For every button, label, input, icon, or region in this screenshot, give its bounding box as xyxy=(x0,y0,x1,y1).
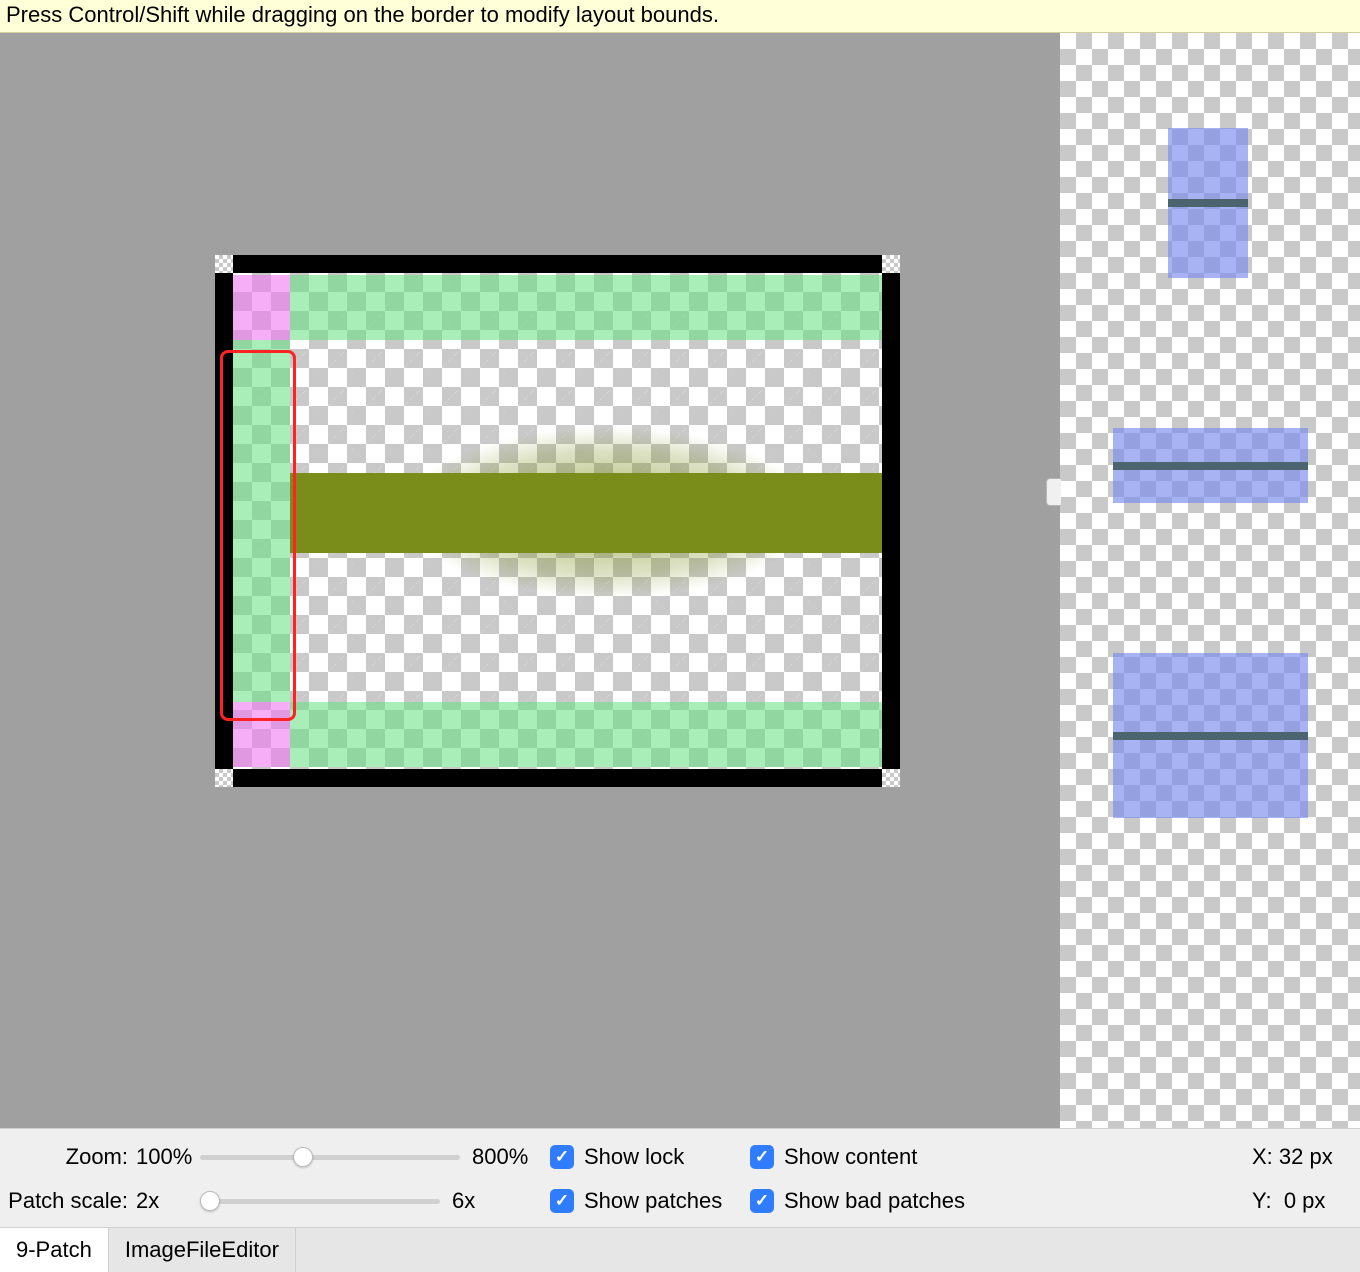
patch-top-left xyxy=(233,275,290,340)
controls-row-2: Patch scale: 2x 6x ✓ Show patches ✓ Show… xyxy=(8,1179,1352,1223)
corner-tl xyxy=(215,255,233,273)
show-lock-label: Show lock xyxy=(584,1144,684,1170)
zoom-min-label: 100% xyxy=(136,1144,198,1170)
patch-top-stretch xyxy=(290,275,882,340)
preview-swatch-both xyxy=(1113,653,1308,818)
bad-patch-outline xyxy=(220,350,296,721)
patch-bottom-stretch xyxy=(290,702,882,767)
controls-bar: Zoom: 100% 800% ✓ Show lock ✓ Show conte… xyxy=(0,1128,1360,1227)
preview-bar xyxy=(1168,199,1248,207)
nine-patch-canvas[interactable] xyxy=(215,255,900,787)
nine-patch-image xyxy=(215,255,900,787)
zoom-slider[interactable] xyxy=(200,1155,460,1160)
check-icon: ✓ xyxy=(750,1189,774,1213)
show-patches-checkbox[interactable]: ✓ Show patches xyxy=(550,1188,750,1214)
content-bar xyxy=(290,473,882,553)
hint-bar: Press Control/Shift while dragging on th… xyxy=(0,0,1360,33)
check-icon: ✓ xyxy=(750,1145,774,1169)
show-lock-checkbox[interactable]: ✓ Show lock xyxy=(550,1144,750,1170)
preview-swatch-vertical xyxy=(1168,128,1248,278)
patch-scale-max-label: 6x xyxy=(442,1188,550,1214)
controls-row-1: Zoom: 100% 800% ✓ Show lock ✓ Show conte… xyxy=(8,1135,1352,1179)
cursor-x: X: 32 px xyxy=(1252,1144,1352,1170)
preview-pane xyxy=(1060,33,1360,1128)
corner-tr xyxy=(882,255,900,273)
border-top[interactable] xyxy=(233,255,882,273)
patch-scale-min-label: 2x xyxy=(136,1188,198,1214)
check-icon: ✓ xyxy=(550,1145,574,1169)
show-patches-label: Show patches xyxy=(584,1188,722,1214)
show-content-checkbox[interactable]: ✓ Show content xyxy=(750,1144,950,1170)
cursor-y: Y: 0 px xyxy=(1252,1188,1352,1214)
border-right[interactable] xyxy=(882,273,900,769)
canvas-pane[interactable] xyxy=(0,33,1060,1128)
zoom-label: Zoom: xyxy=(8,1144,136,1170)
show-bad-patches-checkbox[interactable]: ✓ Show bad patches xyxy=(750,1188,980,1214)
show-bad-patches-label: Show bad patches xyxy=(784,1188,965,1214)
corner-br xyxy=(882,769,900,787)
check-icon: ✓ xyxy=(550,1189,574,1213)
hint-text: Press Control/Shift while dragging on th… xyxy=(6,2,719,27)
preview-bar xyxy=(1113,462,1308,470)
zoom-max-label: 800% xyxy=(462,1144,550,1170)
corner-bl xyxy=(215,769,233,787)
patch-scale-slider[interactable] xyxy=(200,1199,440,1204)
preview-bar xyxy=(1113,732,1308,740)
patch-scale-label: Patch scale: xyxy=(8,1188,136,1214)
tab-9-patch[interactable]: 9-Patch xyxy=(0,1228,109,1272)
show-content-label: Show content xyxy=(784,1144,917,1170)
border-bottom[interactable] xyxy=(233,769,882,787)
nine-patch-editor: Press Control/Shift while dragging on th… xyxy=(0,0,1360,1272)
preview-swatch-horizontal xyxy=(1113,428,1308,503)
work-area xyxy=(0,33,1360,1128)
splitter-handle[interactable] xyxy=(1046,478,1061,506)
tab-image-file-editor[interactable]: ImageFileEditor xyxy=(109,1228,296,1272)
editor-tabs: 9-Patch ImageFileEditor xyxy=(0,1227,1360,1272)
